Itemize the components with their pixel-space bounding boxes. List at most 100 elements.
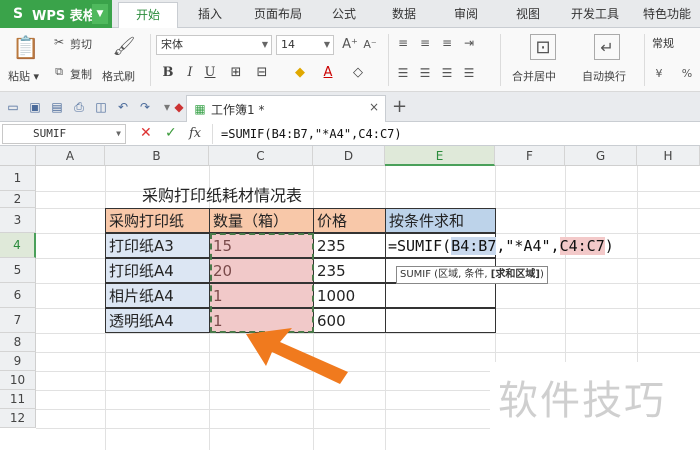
tab-formulas[interactable]: 公式 bbox=[322, 0, 366, 28]
percent-icon[interactable]: % bbox=[680, 66, 694, 80]
table-cell-price[interactable]: 235 bbox=[313, 233, 386, 258]
print-icon[interactable]: ⎙ bbox=[72, 100, 86, 114]
header-cell-price[interactable]: 价格 bbox=[313, 208, 386, 233]
column-header-d[interactable]: D bbox=[313, 146, 385, 166]
document-tab[interactable]: ▦ 工作簿1 * × bbox=[186, 95, 386, 122]
align-center-icon[interactable]: ☰ bbox=[418, 66, 432, 80]
table-cell-item[interactable]: 打印纸A4 bbox=[105, 258, 210, 283]
column-header-c[interactable]: C bbox=[209, 146, 313, 166]
align-middle-icon[interactable]: ≡ bbox=[418, 36, 432, 50]
pin-icon[interactable]: ◆ bbox=[172, 100, 186, 114]
wps-logo-menu[interactable]: S WPS 表格 ▼ bbox=[0, 0, 112, 28]
table-cell-item[interactable]: 透明纸A4 bbox=[105, 308, 210, 333]
paste-button[interactable]: 粘贴 ▾ bbox=[8, 68, 39, 84]
row-header-5[interactable]: 5 bbox=[0, 258, 36, 283]
row-header-2[interactable]: 2 bbox=[0, 191, 36, 208]
tab-page-layout[interactable]: 页面布局 bbox=[244, 0, 312, 28]
table-cell-sum[interactable] bbox=[385, 308, 496, 333]
column-header-a[interactable]: A bbox=[36, 146, 105, 166]
insert-function-button[interactable]: fx bbox=[189, 126, 201, 141]
undo-icon[interactable]: ↶ bbox=[116, 100, 130, 114]
column-header-f[interactable]: F bbox=[495, 146, 565, 166]
align-top-icon[interactable]: ≡ bbox=[396, 36, 410, 50]
font-size-select[interactable]: 14 ▼ bbox=[276, 35, 334, 55]
border-style-icon[interactable]: ⊟ bbox=[254, 65, 270, 81]
formula-suffix: ) bbox=[604, 237, 614, 255]
tab-view[interactable]: 视图 bbox=[506, 0, 550, 28]
tab-data[interactable]: 数据 bbox=[382, 0, 426, 28]
tab-insert[interactable]: 插入 bbox=[188, 0, 232, 28]
formula-input[interactable]: =SUMIF(B4:B7,"*A4",C4:C7) bbox=[212, 124, 698, 144]
formula-range-arg1: B4:B7 bbox=[451, 237, 497, 255]
table-cell-price[interactable]: 1000 bbox=[313, 283, 386, 308]
paintbrush-icon[interactable]: 🖌 bbox=[112, 34, 136, 58]
column-header-h[interactable]: H bbox=[637, 146, 700, 166]
bold-button[interactable]: B bbox=[160, 65, 176, 81]
column-header-g[interactable]: G bbox=[565, 146, 637, 166]
tab-special-features[interactable]: 特色功能 bbox=[636, 0, 698, 28]
tab-developer[interactable]: 开发工具 bbox=[566, 0, 624, 28]
wrap-text-button[interactable]: 自动换行 bbox=[582, 68, 626, 84]
table-cell-sum[interactable] bbox=[385, 283, 496, 308]
justify-icon[interactable]: ☰ bbox=[462, 66, 476, 80]
align-right-icon[interactable]: ☰ bbox=[440, 66, 454, 80]
increase-font-icon[interactable]: A⁺ bbox=[342, 36, 358, 52]
row-header-7[interactable]: 7 bbox=[0, 308, 36, 333]
borders-icon[interactable]: ⊞ bbox=[228, 65, 244, 81]
currency-icon[interactable]: ¥ bbox=[652, 66, 666, 80]
chevron-down-icon[interactable]: ▼ bbox=[92, 4, 108, 24]
fill-color-icon[interactable]: ◆ bbox=[292, 65, 308, 81]
font-color-button[interactable]: A bbox=[320, 65, 336, 81]
merge-center-button[interactable]: 合并居中 bbox=[512, 68, 556, 84]
close-tab-icon[interactable]: × bbox=[369, 100, 379, 114]
header-cell-item[interactable]: 采购打印纸 bbox=[105, 208, 210, 233]
row-header-3[interactable]: 3 bbox=[0, 208, 36, 233]
align-bottom-icon[interactable]: ≡ bbox=[440, 36, 454, 50]
save-icon[interactable]: ▣ bbox=[28, 100, 42, 114]
format-painter-button[interactable]: 格式刷 bbox=[102, 68, 135, 84]
table-cell-price[interactable]: 235 bbox=[313, 258, 386, 283]
table-cell-item[interactable]: 打印纸A3 bbox=[105, 233, 210, 258]
decrease-font-icon[interactable]: A⁻ bbox=[362, 36, 378, 52]
tab-review[interactable]: 审阅 bbox=[444, 0, 488, 28]
cell-edit-formula[interactable]: =SUMIF(B4:B7,"*A4",C4:C7) bbox=[388, 234, 614, 259]
folder-icon[interactable]: ▭ bbox=[6, 100, 20, 114]
clear-format-icon[interactable]: ◇ bbox=[350, 65, 366, 81]
row-header-4[interactable]: 4 bbox=[0, 233, 36, 258]
header-cell-conditional-sum[interactable]: 按条件求和 bbox=[385, 208, 496, 233]
italic-button[interactable]: I bbox=[182, 65, 198, 81]
cancel-edit-icon[interactable]: ✕ bbox=[140, 125, 152, 141]
copy-button[interactable]: 复制 bbox=[70, 66, 92, 82]
row-header-12[interactable]: 12 bbox=[0, 409, 36, 428]
number-format-select[interactable]: 常规 bbox=[648, 35, 698, 55]
new-tab-icon[interactable]: + bbox=[392, 96, 407, 117]
redo-icon[interactable]: ↷ bbox=[138, 100, 152, 114]
font-name-select[interactable]: 宋体 ▼ bbox=[156, 35, 272, 55]
merge-cells-icon[interactable]: ⊡ bbox=[530, 34, 556, 60]
row-header-10[interactable]: 10 bbox=[0, 371, 36, 390]
tab-home[interactable]: 开始 bbox=[118, 2, 178, 29]
header-cell-quantity[interactable]: 数量（箱） bbox=[209, 208, 314, 233]
print-preview-icon[interactable]: ◫ bbox=[94, 100, 108, 114]
row-header-6[interactable]: 6 bbox=[0, 283, 36, 308]
table-cell-item[interactable]: 相片纸A4 bbox=[105, 283, 210, 308]
row-header-8[interactable]: 8 bbox=[0, 333, 36, 352]
export-pdf-icon[interactable]: ▤ bbox=[50, 100, 64, 114]
column-header-b[interactable]: B bbox=[105, 146, 209, 166]
row-header-1[interactable]: 1 bbox=[0, 166, 36, 191]
font-name-value: 宋体 bbox=[161, 38, 183, 51]
name-box[interactable]: SUMIF ▼ bbox=[2, 124, 126, 144]
confirm-edit-icon[interactable]: ✓ bbox=[165, 125, 177, 141]
row-header-11[interactable]: 11 bbox=[0, 390, 36, 409]
underline-button[interactable]: U bbox=[202, 65, 218, 81]
cut-button[interactable]: 剪切 bbox=[70, 36, 92, 52]
formula-criteria: ,"*A4", bbox=[496, 237, 560, 255]
column-header-e[interactable]: E bbox=[385, 146, 495, 166]
select-all-corner[interactable] bbox=[0, 146, 36, 166]
align-left-icon[interactable]: ☰ bbox=[396, 66, 410, 80]
paste-icon[interactable]: 📋 bbox=[12, 34, 40, 62]
row-header-9[interactable]: 9 bbox=[0, 352, 36, 371]
wrap-text-icon[interactable]: ↵ bbox=[594, 34, 620, 60]
indent-icon[interactable]: ⇥ bbox=[462, 36, 476, 50]
formula-range-arg3: C4:C7 bbox=[559, 237, 605, 255]
